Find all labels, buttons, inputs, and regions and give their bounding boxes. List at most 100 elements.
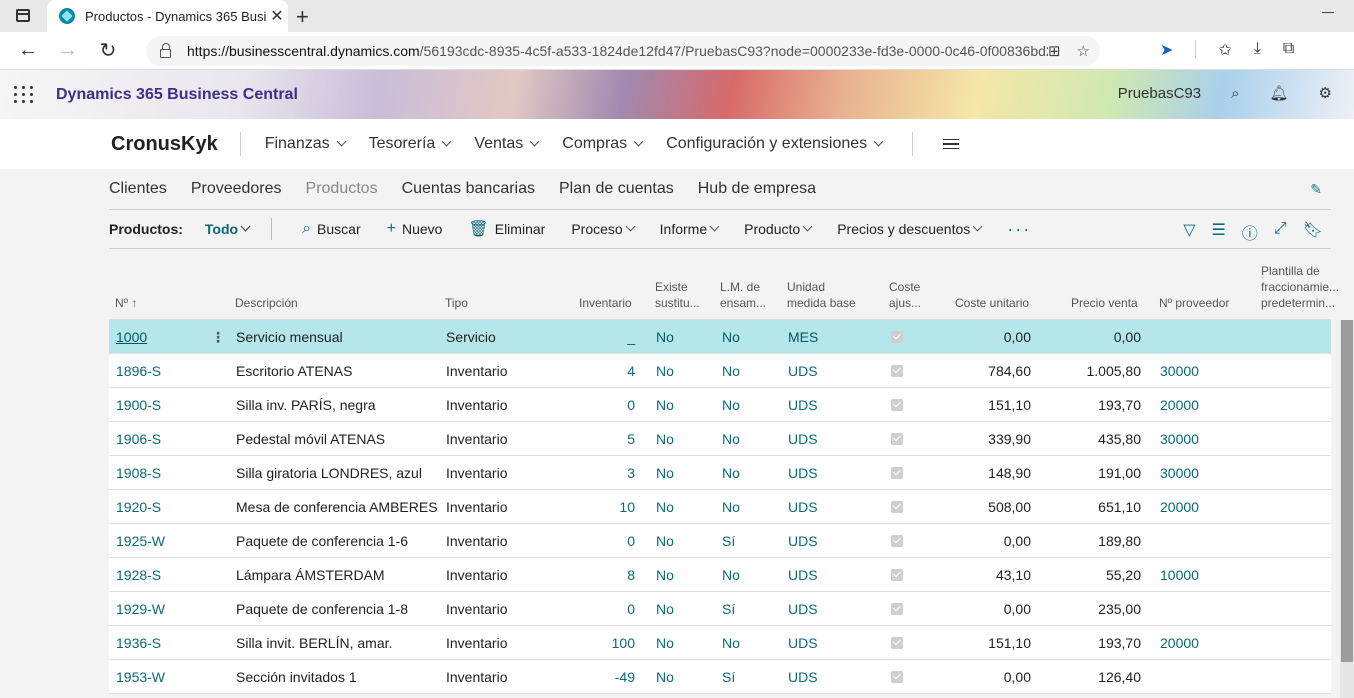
cell-substitutes[interactable]: No: [656, 397, 674, 413]
col-cost-adjusted[interactable]: Coste ajus...: [889, 279, 921, 311]
app-name[interactable]: Dynamics 365 Business Central: [56, 86, 298, 104]
cell-no[interactable]: 1908-S: [116, 465, 161, 481]
cell-substitutes[interactable]: No: [656, 533, 674, 549]
cell-inventory[interactable]: _: [627, 329, 635, 345]
favorites-icon[interactable]: ✩: [1218, 40, 1231, 60]
cell-vendor-no[interactable]: 10000: [1160, 567, 1199, 583]
cell-no[interactable]: 1896-S: [116, 363, 161, 379]
url-input[interactable]: https://businesscentral.dynamics.com/561…: [146, 36, 1100, 66]
vertical-scrollbar[interactable]: [1340, 320, 1354, 698]
cell-base-uom[interactable]: UDS: [788, 635, 818, 651]
new-button[interactable]: + Nuevo: [387, 220, 443, 238]
menu-ventas[interactable]: Ventas: [474, 135, 540, 153]
list-view-icon[interactable]: ☰: [1212, 220, 1226, 244]
col-inventory[interactable]: Inventario: [579, 295, 632, 311]
bookmark-icon[interactable]: 🔖︎: [1303, 220, 1323, 244]
cell-inventory[interactable]: 5: [627, 431, 635, 447]
cell-substitutes[interactable]: No: [656, 601, 674, 617]
cell-assembly-bom[interactable]: Sí: [722, 669, 735, 685]
cell-inventory[interactable]: 0: [627, 533, 635, 549]
search-icon[interactable]: ⌕: [1231, 85, 1239, 102]
table-row[interactable]: 1920-S Mesa de conferencia AMBERES Inventa…: [109, 490, 1331, 524]
cell-assembly-bom[interactable]: No: [722, 567, 740, 583]
cell-assembly-bom[interactable]: Sí: [722, 601, 735, 617]
cell-substitutes[interactable]: No: [656, 329, 674, 345]
cell-inventory[interactable]: 0: [627, 397, 635, 413]
cell-vendor-no[interactable]: 20000: [1160, 397, 1199, 413]
tab-actions-icon[interactable]: [16, 9, 30, 22]
browser-tab[interactable]: Productos - Dynamics 365 Business Centra…: [47, 0, 288, 32]
subnav-clientes[interactable]: Clientes: [109, 180, 167, 198]
cell-substitutes[interactable]: No: [656, 431, 674, 447]
app-available-icon[interactable]: ⊞: [1048, 42, 1061, 60]
cell-base-uom[interactable]: UDS: [788, 363, 818, 379]
cell-base-uom[interactable]: UDS: [788, 669, 818, 685]
settings-gear-icon[interactable]: ⚙: [1319, 84, 1332, 102]
cell-inventory[interactable]: 100: [612, 635, 635, 651]
search-button[interactable]: ⌕ Buscar: [302, 220, 361, 238]
cell-vendor-no[interactable]: 30000: [1160, 431, 1199, 447]
subnav-cuentas-bancarias[interactable]: Cuentas bancarias: [402, 180, 535, 198]
delete-button[interactable]: 🗑︎ Eliminar: [468, 219, 545, 239]
environment-name[interactable]: PruebasC93: [1118, 85, 1201, 102]
table-row[interactable]: 1929-W Paquete de conferencia 1-8 Inventar…: [109, 592, 1331, 626]
cell-assembly-bom[interactable]: Sí: [722, 533, 735, 549]
filter-icon[interactable]: ▽: [1183, 220, 1195, 244]
cell-no[interactable]: 1920-S: [116, 499, 161, 515]
cell-vendor-no[interactable]: 30000: [1160, 363, 1199, 379]
cell-no[interactable]: 1906-S: [116, 431, 161, 447]
cell-no[interactable]: 1929-W: [116, 601, 165, 617]
company-name[interactable]: CronusKyk: [111, 133, 218, 156]
pin-icon[interactable]: ✎: [1310, 181, 1322, 198]
table-row[interactable]: 1928-S Lámpara ÁMSTERDAM Inventario 8 No No UD…: [109, 558, 1331, 592]
cell-base-uom[interactable]: UDS: [788, 431, 818, 447]
cell-substitutes[interactable]: No: [656, 635, 674, 651]
cell-assembly-bom[interactable]: No: [722, 329, 740, 345]
cell-inventory[interactable]: -49: [615, 669, 635, 685]
cell-assembly-bom[interactable]: No: [722, 431, 740, 447]
table-row[interactable]: 1908-S Silla giratoria LONDRES, azul Inven…: [109, 456, 1331, 490]
table-row[interactable]: 1925-W Paquete de conferencia 1-6 Inventar…: [109, 524, 1331, 558]
cell-inventory[interactable]: 4: [627, 363, 635, 379]
cell-base-uom[interactable]: UDS: [788, 567, 818, 583]
downloads-icon[interactable]: ⤓: [1254, 40, 1261, 60]
cell-vendor-no[interactable]: 30000: [1160, 465, 1199, 481]
process-menu[interactable]: Proceso: [571, 221, 636, 237]
table-row[interactable]: 1896-S Escritorio ATENAS Inventario 4 No No UD…: [109, 354, 1331, 388]
cell-base-uom[interactable]: MES: [788, 329, 818, 345]
cell-substitutes[interactable]: No: [656, 363, 674, 379]
table-row[interactable]: 1000 Servicio mensual Servicio _ No No MES 0,00…: [109, 320, 1331, 354]
cell-assembly-bom[interactable]: No: [722, 499, 740, 515]
prices-menu[interactable]: Precios y descuentos: [837, 221, 983, 237]
col-sale-price[interactable]: Precio venta: [1071, 295, 1138, 311]
cell-no[interactable]: 1925-W: [116, 533, 165, 549]
subnav-productos[interactable]: Productos: [306, 180, 378, 198]
row-actions-icon[interactable]: ⋮: [211, 329, 225, 346]
expand-icon[interactable]: ⤢: [1274, 220, 1287, 244]
subnav-plan-de-cuentas[interactable]: Plan de cuentas: [559, 180, 674, 198]
add-favorite-icon[interactable]: ☆: [1077, 42, 1090, 60]
col-unit-cost[interactable]: Coste unitario: [955, 295, 1029, 311]
view-selector[interactable]: Todo: [205, 221, 251, 237]
cell-base-uom[interactable]: UDS: [788, 397, 818, 413]
hamburger-menu-icon[interactable]: [943, 138, 960, 150]
info-icon[interactable]: ⓘ: [1242, 220, 1258, 244]
cell-inventory[interactable]: 10: [619, 499, 635, 515]
cell-substitutes[interactable]: No: [656, 499, 674, 515]
report-menu[interactable]: Informe: [660, 221, 720, 237]
back-icon[interactable]: ←: [8, 39, 48, 62]
cell-inventory[interactable]: 0: [627, 601, 635, 617]
col-vendor-no[interactable]: Nº proveedor: [1159, 295, 1229, 311]
subnav-proveedores[interactable]: Proveedores: [191, 180, 282, 198]
app-launcher-icon[interactable]: [14, 86, 34, 103]
table-row[interactable]: 1953-W Sección invitados 1 Inventario -49 No…: [109, 660, 1331, 694]
menu-configuracion[interactable]: Configuración y extensiones: [666, 135, 884, 153]
cell-inventory[interactable]: 8: [627, 567, 635, 583]
cell-no[interactable]: 1900-S: [116, 397, 161, 413]
new-tab-icon[interactable]: +: [296, 4, 309, 30]
cell-no[interactable]: 1953-W: [116, 669, 165, 685]
cell-base-uom[interactable]: UDS: [788, 465, 818, 481]
table-row[interactable]: 1936-S Silla invit. BERLÍN, amar. Inventar…: [109, 626, 1331, 660]
refresh-icon[interactable]: ↻: [88, 38, 128, 63]
col-base-uom[interactable]: Unidad medida base: [787, 279, 856, 311]
